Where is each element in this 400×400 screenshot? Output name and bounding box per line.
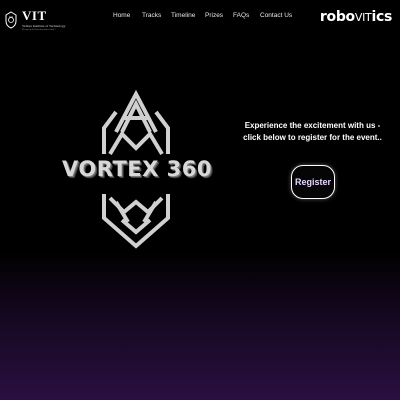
vit-logo-tagline: (Deemed to be University under section 3… [22,29,56,31]
robovitics-brand[interactable]: roboVITics [320,9,392,25]
tagline-line-2: click below to register for the event.. [243,133,382,142]
hero-tagline: Experience the excitement with us - clic… [240,120,385,144]
nav-timeline[interactable]: Timeline [171,12,195,19]
nav-contact-us[interactable]: Contact Us [260,12,292,19]
navbar: VIT Vellore Institute of Technology (Dee… [0,0,400,34]
nav-faqs[interactable]: FAQs [233,12,249,19]
brand-prefix: robo [319,9,355,25]
brand-suffix: ics [371,9,392,25]
hero-title: VORTEX 360 [62,157,212,181]
register-button[interactable]: Register [291,165,335,199]
tagline-line-1: Experience the excitement with us - [244,121,381,130]
nav-home[interactable]: Home [113,12,130,19]
nav-prizes[interactable]: Prizes [205,12,223,19]
brand-accent: VIT [354,11,372,24]
nav-tracks[interactable]: Tracks [142,12,161,19]
register-button-label: Register [294,177,331,187]
